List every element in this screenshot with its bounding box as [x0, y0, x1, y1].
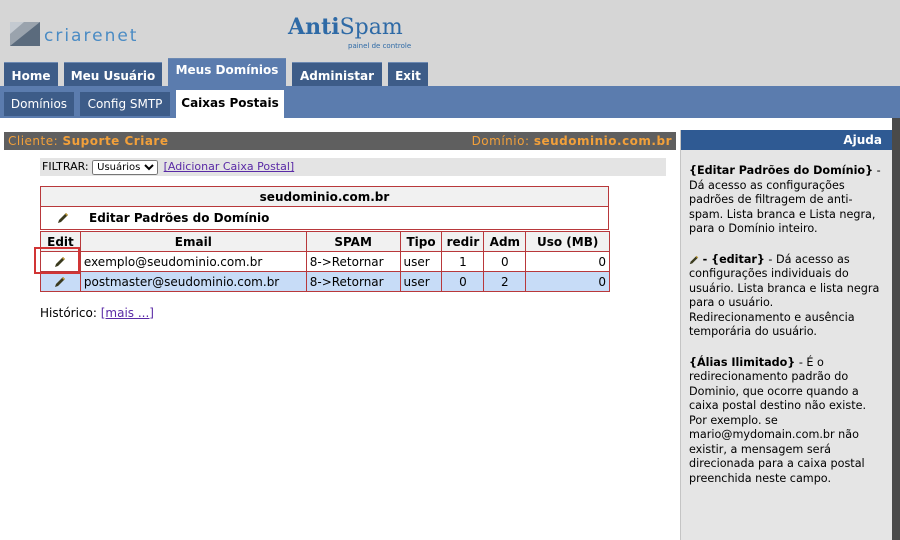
tipo-cell: user: [399, 251, 443, 272]
tab-home[interactable]: Home: [4, 62, 58, 86]
historico: Histórico: [mais ...]: [40, 306, 154, 320]
filter-label: FILTRAR:: [42, 160, 89, 173]
pencil-icon: [689, 255, 699, 264]
mailbox-table: Edit Email SPAM Tipo redir Adm Uso (MB) …: [40, 231, 610, 292]
filter-select[interactable]: Usuários: [92, 159, 159, 175]
col-uso: Uso (MB): [525, 231, 610, 252]
help-panel: Ajuda {Editar Padrões do Domínio} - Dá a…: [680, 130, 892, 540]
help-paragraph: {Álias Ilimitado} - É o redirecionamento…: [689, 355, 867, 485]
antispam-subtitle: painel de controle: [348, 42, 412, 50]
edit-highlight-box: [34, 247, 80, 274]
main-nav: Home Meu Usuário Meus Domínios Administa…: [0, 58, 900, 86]
criarenet-logo[interactable]: criarenet: [10, 22, 140, 48]
tab-meus-dominios[interactable]: Meus Domínios: [168, 58, 286, 86]
table-row: exemplo@seudominio.com.br 8->Retornar us…: [40, 251, 610, 272]
historico-more-link[interactable]: [mais ...]: [101, 306, 154, 320]
redir-cell: 0: [441, 271, 485, 292]
tab-administar[interactable]: Administar: [292, 62, 382, 86]
domain-box: seudominio.com.br Editar Padrões do Domí…: [40, 186, 609, 230]
subtab-config-smtp[interactable]: Config SMTP: [80, 92, 170, 116]
domain-title: seudominio.com.br: [41, 187, 608, 207]
tipo-cell: user: [399, 271, 443, 292]
antispam-logo: AntiSpam painel de controle: [288, 14, 412, 50]
adm-cell: 2: [483, 271, 527, 292]
uso-cell: 0: [525, 251, 610, 272]
uso-cell: 0: [525, 271, 610, 292]
edit-domain-defaults-label[interactable]: Editar Padrões do Domínio: [89, 207, 269, 229]
filter-bar: FILTRAR: Usuários [Adicionar Caixa Posta…: [40, 158, 666, 176]
spam-cell: 8->Retornar: [305, 251, 401, 272]
adm-cell: 0: [483, 251, 527, 272]
historico-label: Histórico:: [40, 306, 97, 320]
email-cell: exemplo@seudominio.com.br: [79, 251, 307, 272]
help-title: Ajuda: [681, 130, 892, 150]
logo-text: criarenet: [44, 26, 139, 46]
add-mailbox-link[interactable]: [Adicionar Caixa Postal]: [164, 160, 295, 173]
table-row: postmaster@seudominio.com.br 8->Retornar…: [40, 271, 610, 292]
pencil-icon[interactable]: [57, 212, 69, 224]
col-email: Email: [79, 231, 307, 252]
email-cell: postmaster@seudominio.com.br: [79, 271, 307, 292]
tab-exit[interactable]: Exit: [388, 62, 428, 86]
col-spam: SPAM: [305, 231, 401, 252]
spam-cell: 8->Retornar: [305, 271, 401, 292]
sub-nav: Domínios Config SMTP Caixas Postais: [0, 86, 900, 118]
redir-cell: 1: [441, 251, 485, 272]
window-edge: [892, 118, 900, 540]
col-tipo: Tipo: [399, 231, 443, 252]
domain-info: Domínio: seudominio.com.br: [471, 134, 672, 148]
edit-cell[interactable]: [40, 271, 81, 292]
col-adm: Adm: [483, 231, 527, 252]
edit-domain-defaults-row[interactable]: Editar Padrões do Domínio: [41, 207, 608, 229]
help-paragraph: - {editar} - Dá acesso as configurações …: [689, 252, 880, 339]
help-body: {Editar Padrões do Domínio} - Dá acesso …: [681, 150, 892, 486]
tab-meu-usuario[interactable]: Meu Usuário: [64, 62, 162, 86]
client-bar: Cliente: Suporte Criare Domínio: seudomi…: [4, 132, 676, 150]
col-redir: redir: [441, 231, 485, 252]
pencil-icon[interactable]: [54, 276, 66, 288]
subtab-dominios[interactable]: Domínios: [4, 92, 74, 116]
criarenet-logo-icon: [10, 22, 40, 46]
header: criarenet AntiSpam painel de controle: [0, 0, 900, 62]
help-paragraph: {Editar Padrões do Domínio} - Dá acesso …: [689, 164, 881, 235]
subtab-caixas-postais[interactable]: Caixas Postais: [176, 90, 284, 118]
client-info: Cliente: Suporte Criare: [8, 134, 169, 148]
